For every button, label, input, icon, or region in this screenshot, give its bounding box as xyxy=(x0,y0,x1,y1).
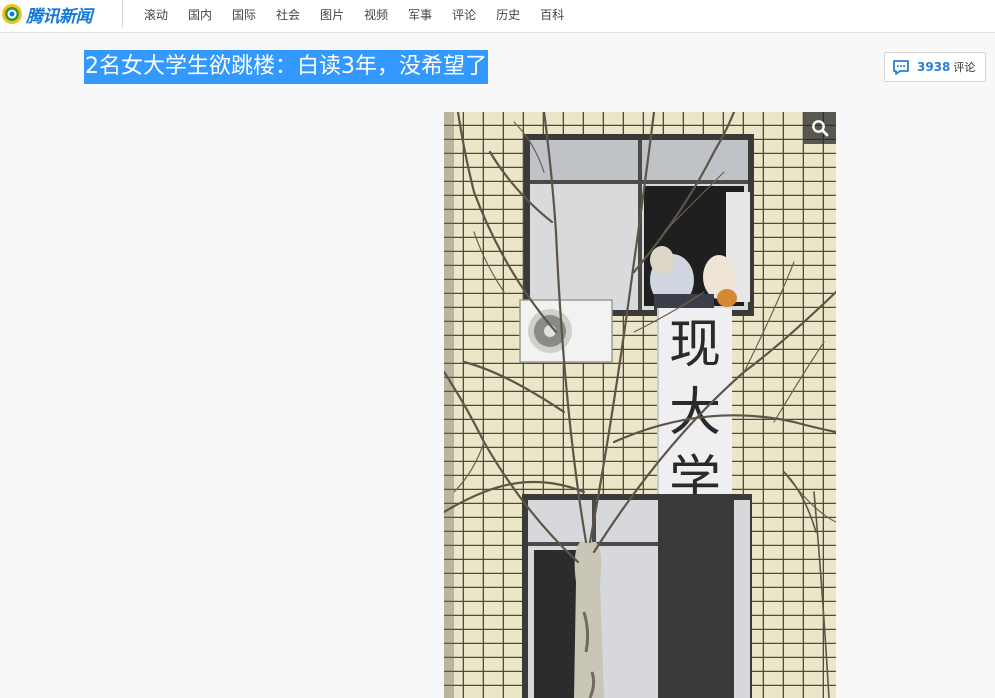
nav-item-gundong[interactable]: 滚动 xyxy=(144,6,168,23)
nav-item-junshi[interactable]: 军事 xyxy=(408,6,432,23)
article-title: 2名女大学生欲跳楼：白读3年，没希望了 xyxy=(84,50,488,84)
nav-divider xyxy=(122,0,123,28)
zoom-button[interactable] xyxy=(804,112,836,144)
comment-count: 3938 xyxy=(917,60,951,74)
banner-char: 现 xyxy=(669,315,721,375)
comment-label: 评论 xyxy=(953,61,976,74)
nav-item-guoji[interactable]: 国际 xyxy=(232,6,256,23)
search-icon xyxy=(812,120,829,137)
nav-item-baike[interactable]: 百科 xyxy=(540,6,564,23)
logo-text: 腾讯新闻 xyxy=(26,6,93,27)
top-navigation-bar: 腾讯新闻 滚动 国内 国际 社会 图片 视频 军事 评论 历史 百科 xyxy=(0,0,995,33)
comment-count-button[interactable]: 3938 评论 xyxy=(884,52,986,82)
photo-illustration: 现 大 学 校 · 鼠 xyxy=(444,112,836,698)
comment-icon xyxy=(893,59,909,75)
nav-item-pinglun[interactable]: 评论 xyxy=(452,6,476,23)
site-logo[interactable]: 腾讯新闻 xyxy=(0,0,93,28)
channel-nav: 滚动 国内 国际 社会 图片 视频 军事 评论 历史 百科 xyxy=(144,0,584,28)
nav-item-shipin[interactable]: 视频 xyxy=(364,6,388,23)
article-header: 2名女大学生欲跳楼：白读3年，没希望了 xyxy=(84,50,488,84)
logo-icon xyxy=(2,4,22,24)
banner-char: 大 xyxy=(669,383,721,443)
nav-item-shehui[interactable]: 社会 xyxy=(276,6,300,23)
nav-item-lishi[interactable]: 历史 xyxy=(496,6,520,23)
article-photo[interactable]: 现 大 学 校 · 鼠 xyxy=(444,112,836,698)
nav-item-tupian[interactable]: 图片 xyxy=(320,6,344,23)
nav-item-guonei[interactable]: 国内 xyxy=(188,6,212,23)
